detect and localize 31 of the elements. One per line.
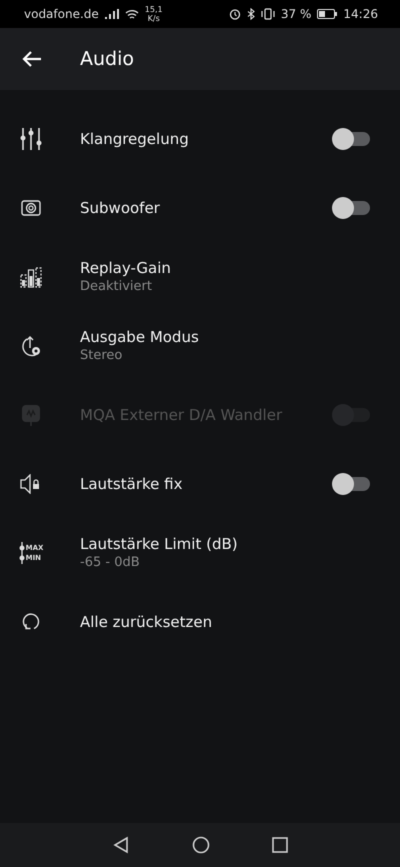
signal-icon <box>104 9 119 19</box>
wifi-icon <box>124 8 139 20</box>
speed-value: 15,1 <box>144 5 163 14</box>
home-nav-icon[interactable] <box>192 836 210 854</box>
setting-title: Klangregelung <box>80 130 190 148</box>
bluetooth-icon <box>246 8 255 20</box>
clock-time: 14:26 <box>343 7 378 21</box>
battery-icon <box>317 9 338 19</box>
setting-value: Stereo <box>80 348 124 363</box>
setting-title[interactable]: Lautstärke Limit (dB) <box>80 535 400 553</box>
alarm-icon <box>228 8 241 20</box>
speed-unit: K/s <box>148 14 160 23</box>
speaker-icon <box>21 200 41 216</box>
setting-title[interactable]: Ausgabe Modus <box>80 328 400 346</box>
setting-title[interactable]: Alle zurücksetzen <box>80 612 400 630</box>
battery-percent: 37 % <box>280 7 312 21</box>
carrier-name: vodafone.de <box>24 7 99 21</box>
page-title: Audio <box>80 48 134 70</box>
equalizer-icon <box>20 126 42 150</box>
vibrate-icon <box>260 8 275 20</box>
recents-nav-icon[interactable] <box>272 837 288 853</box>
back-nav-icon[interactable] <box>112 836 130 854</box>
dac-icon <box>20 402 42 426</box>
setting-value: -65 - 0dB <box>80 555 141 570</box>
slider-icon <box>18 542 25 564</box>
level-bars-icon <box>20 266 42 288</box>
setting-title: Lautstärke fix <box>80 474 184 492</box>
setting-value: Deaktiviert <box>80 279 153 294</box>
setting-title[interactable]: Replay-Gain <box>80 259 400 277</box>
setting-title: MQA Externer D/A Wandler <box>80 406 284 424</box>
setting-title: Subwoofer <box>80 198 161 216</box>
